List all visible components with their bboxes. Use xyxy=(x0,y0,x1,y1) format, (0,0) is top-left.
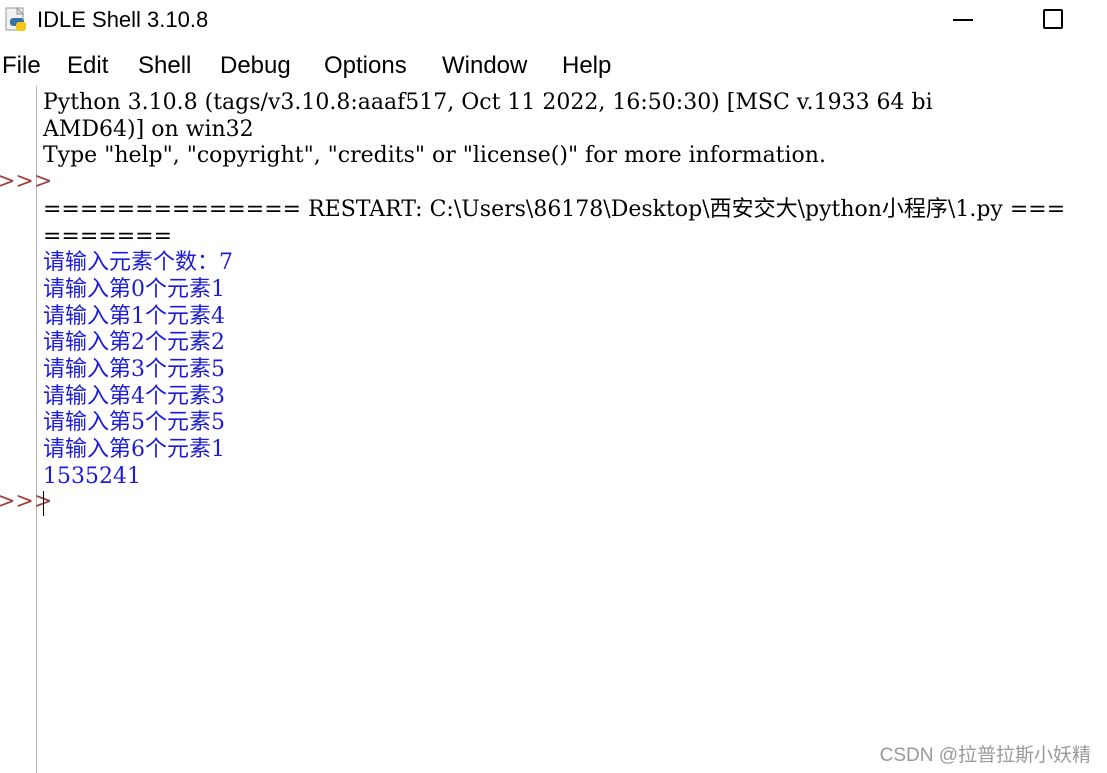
menu-bar: File Edit Shell Debug Options Window Hel… xyxy=(0,48,1107,84)
menu-help[interactable]: Help xyxy=(562,51,611,81)
shell-text-area[interactable]: >>> >>> Python 3.10.8 (tags/v3.10.8:aaaf… xyxy=(0,86,1107,773)
window-title: IDLE Shell 3.10.8 xyxy=(37,7,209,32)
restart-line: ============== RESTART: C:\Users\86178\D… xyxy=(43,196,1066,222)
menu-window[interactable]: Window xyxy=(442,51,527,81)
restart-line: ======= xyxy=(43,223,173,249)
banner-line: Type "help", "copyright", "credits" or "… xyxy=(43,143,826,169)
banner-line: Python 3.10.8 (tags/v3.10.8:aaaf517, Oct… xyxy=(43,90,933,115)
output-line: 请输入第4个元素3 xyxy=(43,383,225,409)
output-line: 请输入第3个元素5 xyxy=(43,357,225,382)
output-line: 请输入第2个元素2 xyxy=(43,330,225,356)
output-line: 请输入第6个元素1 xyxy=(43,437,225,463)
shell-prompt: >>> xyxy=(0,489,53,514)
text-cursor xyxy=(43,491,44,516)
watermark: CSDN @拉普拉斯小妖精 xyxy=(879,745,1091,766)
menu-shell[interactable]: Shell xyxy=(138,51,191,81)
minimize-button[interactable] xyxy=(940,0,986,40)
maximize-button[interactable] xyxy=(1030,0,1076,40)
title-bar[interactable]: IDLE Shell 3.10.8 xyxy=(0,0,1107,40)
result-line: 1535241 xyxy=(43,463,141,489)
menu-edit[interactable]: Edit xyxy=(67,51,108,81)
output-line: 请输入元素个数：7 xyxy=(43,250,233,276)
output-line: 请输入第1个元素4 xyxy=(43,303,225,329)
banner-line: AMD64)] on win32 xyxy=(43,116,254,142)
output-line: 请输入第0个元素1 xyxy=(43,276,225,302)
python-idle-icon xyxy=(5,6,26,31)
output-line: 请输入第5个元素5 xyxy=(43,410,225,436)
menu-debug[interactable]: Debug xyxy=(220,51,291,81)
menu-options[interactable]: Options xyxy=(324,51,407,81)
shell-prompt: >>> xyxy=(0,169,53,194)
menu-file[interactable]: File xyxy=(2,51,41,81)
